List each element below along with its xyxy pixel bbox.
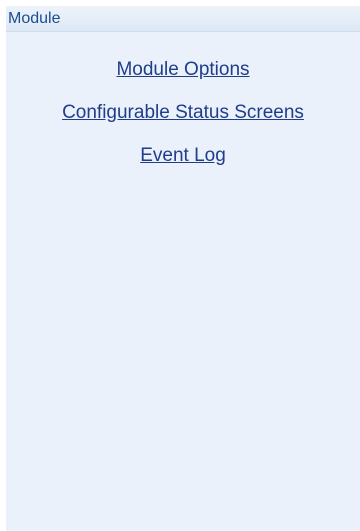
panel-title: Module [8,10,61,27]
configurable-status-screens-link[interactable]: Configurable Status Screens [62,102,304,124]
event-log-link[interactable]: Event Log [140,145,226,167]
module-options-link[interactable]: Module Options [116,59,249,81]
module-links-list: Module Options Configurable Status Scree… [6,32,360,188]
panel-header: Module [6,6,360,32]
module-panel: Module Module Options Configurable Statu… [6,6,360,531]
